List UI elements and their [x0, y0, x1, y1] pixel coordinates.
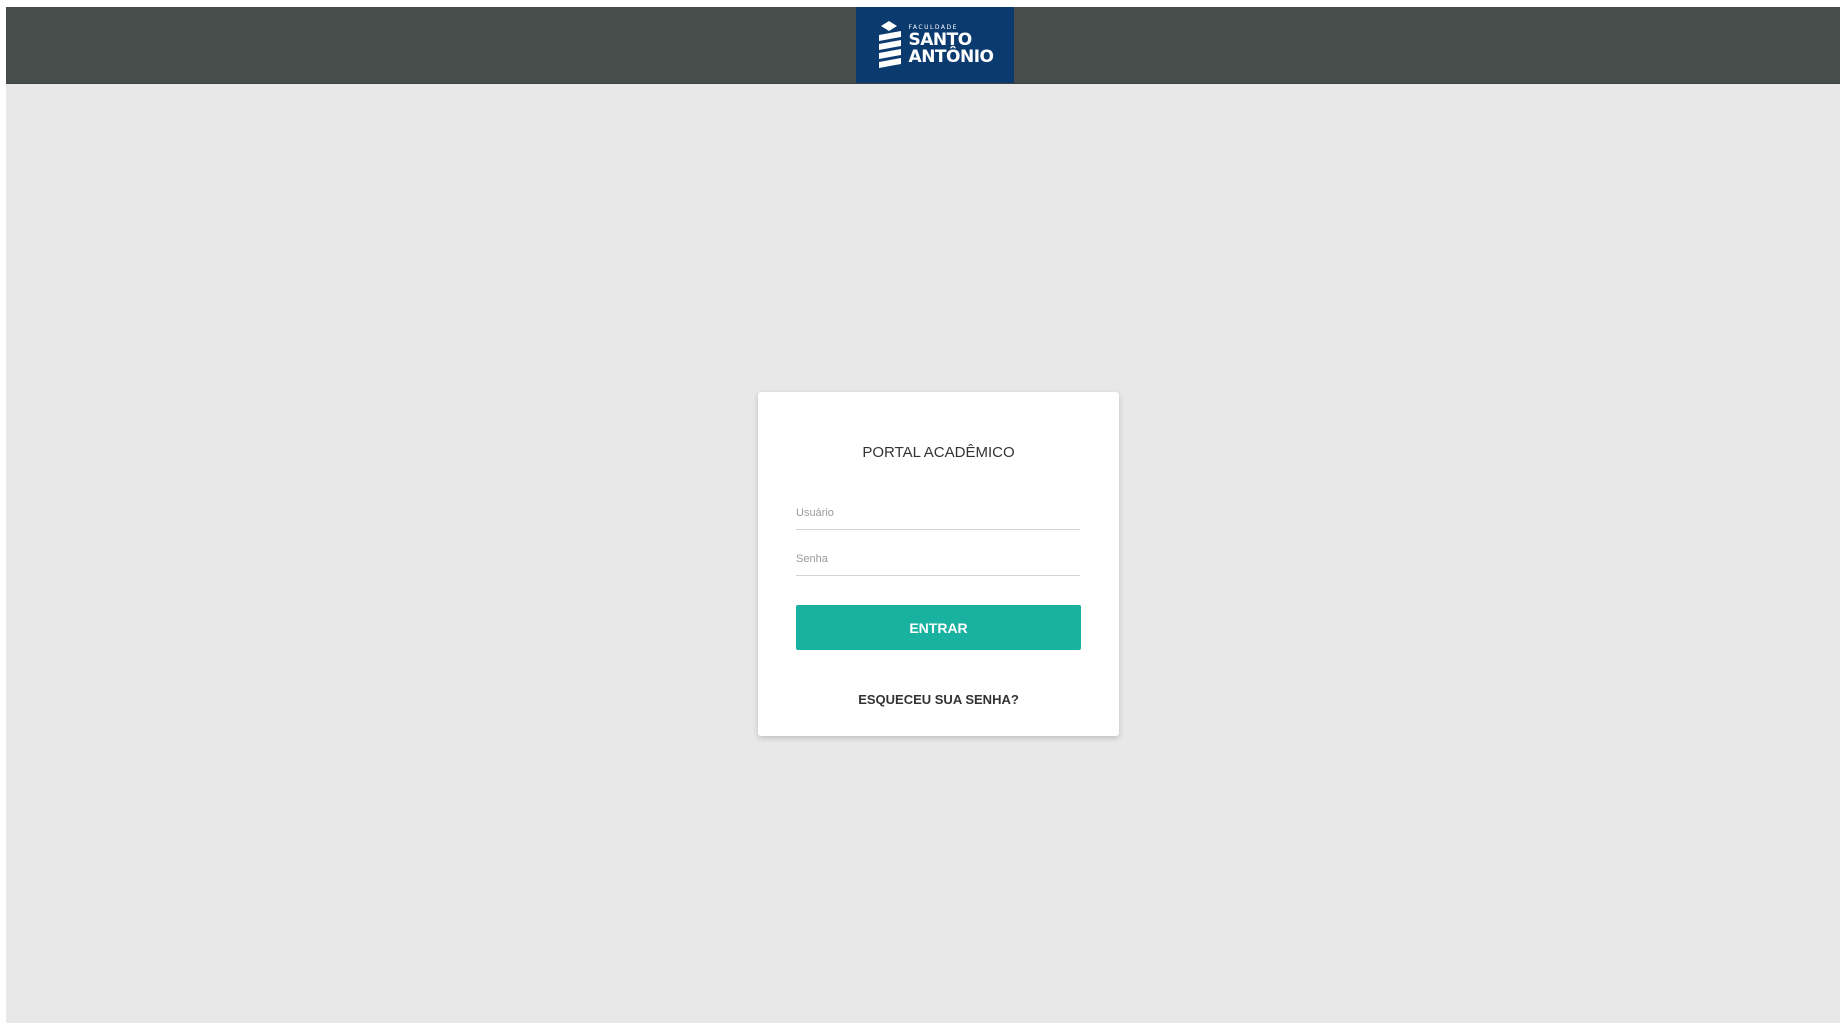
- login-button[interactable]: ENTRAR: [796, 605, 1081, 650]
- logo-mark-icon: [877, 20, 903, 70]
- logo-text: FACULDADE SANTO ANTÔNIO: [908, 24, 994, 67]
- page-title: PORTAL ACADÊMICO: [862, 444, 1015, 461]
- logo[interactable]: FACULDADE SANTO ANTÔNIO: [856, 7, 1014, 83]
- username-input[interactable]: [796, 497, 1080, 530]
- top-bar: FACULDADE SANTO ANTÔNIO: [6, 7, 1840, 84]
- logo-inner: FACULDADE SANTO ANTÔNIO: [877, 20, 994, 70]
- password-input[interactable]: [796, 543, 1080, 576]
- logo-line-1: SANTO: [908, 29, 973, 50]
- login-card: PORTAL ACADÊMICO ENTRAR ESQUECEU SUA SEN…: [758, 392, 1119, 736]
- logo-line-2: ANTÔNIO: [908, 46, 994, 67]
- forgot-password-link[interactable]: ESQUECEU SUA SENHA?: [758, 692, 1119, 707]
- page-background: FACULDADE SANTO ANTÔNIO PORTAL ACADÊMICO…: [6, 7, 1840, 1023]
